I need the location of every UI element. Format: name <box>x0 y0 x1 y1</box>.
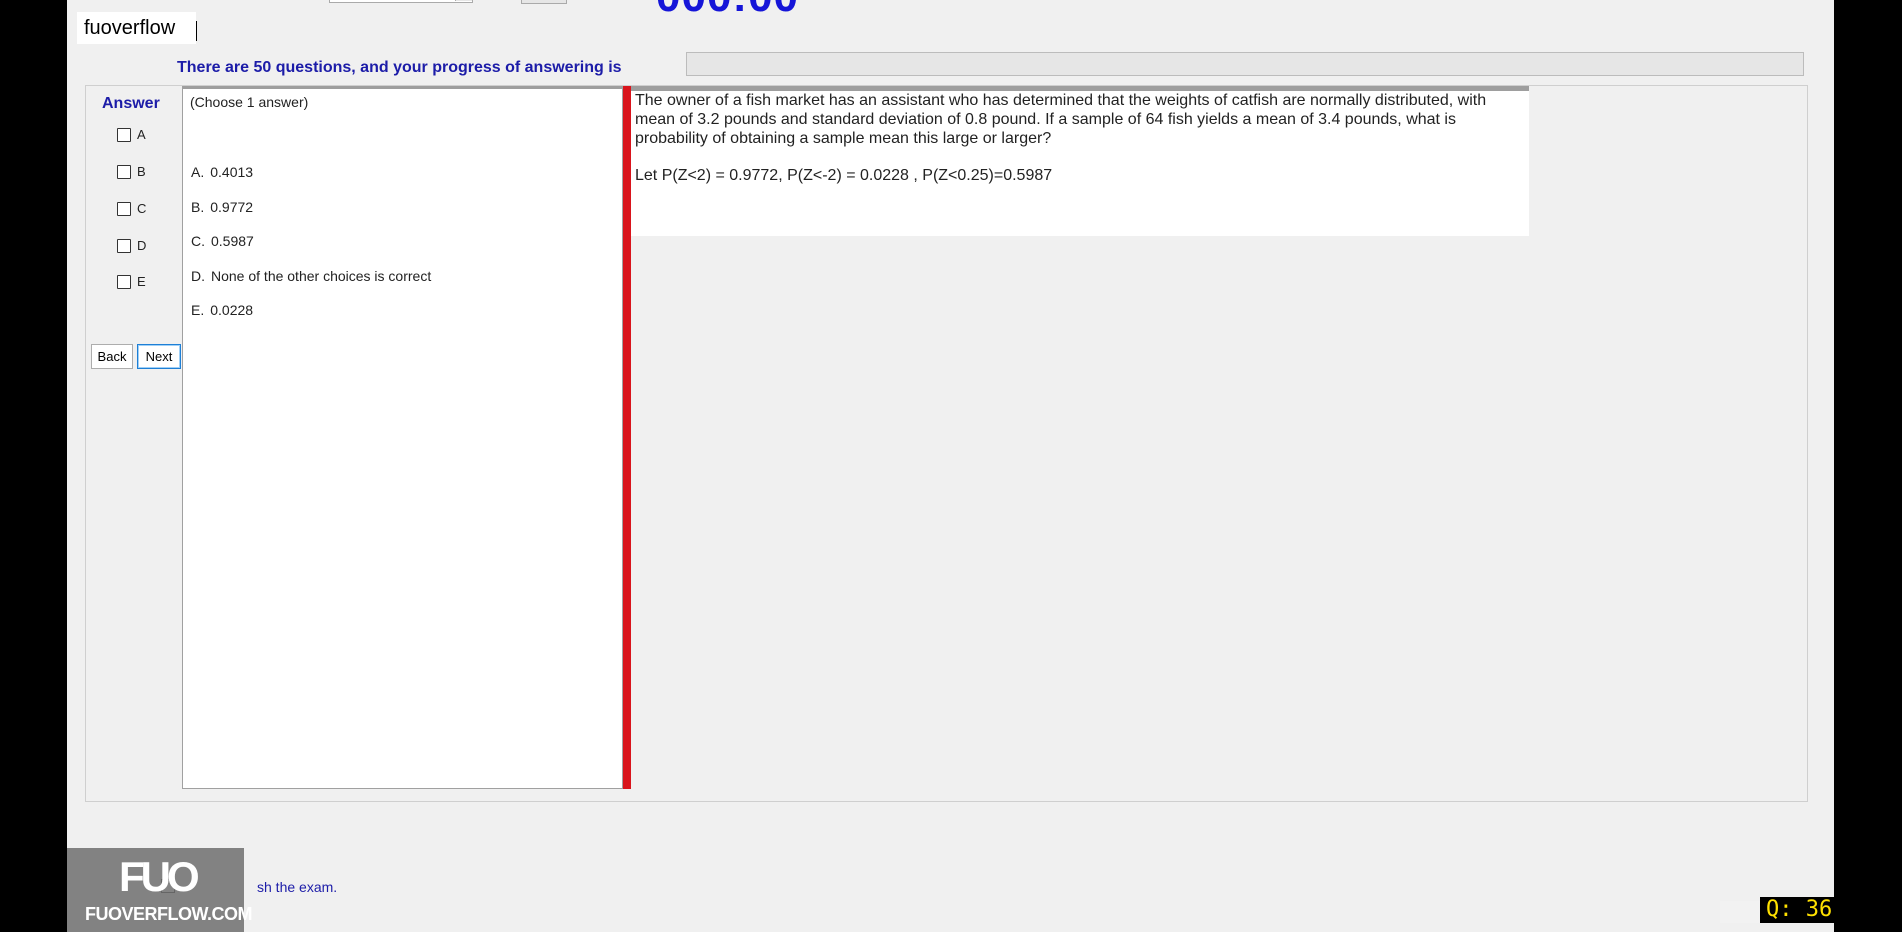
checkbox-label: D <box>137 238 147 253</box>
choice-text: 0.9772 <box>210 199 254 215</box>
checkbox-label: C <box>137 201 147 216</box>
choice-option: B. 0.9772 <box>191 199 253 215</box>
checkbox-icon[interactable] <box>117 164 131 179</box>
answer-title: Answer <box>102 95 160 112</box>
choice-letter: C. <box>191 233 205 249</box>
choice-letter: A. <box>191 164 205 180</box>
panel-splitter[interactable] <box>623 86 631 789</box>
question-counter-badge: Q: 36 <box>1760 897 1839 923</box>
brand-input[interactable]: fuoverflow <box>77 12 196 44</box>
question-text: The owner of a fish market has an assist… <box>635 92 1487 147</box>
choice-text: 0.5987 <box>211 233 254 249</box>
checkbox-label: A <box>137 127 146 142</box>
timer-display: 000:00 <box>656 0 799 22</box>
choices-panel <box>182 86 623 789</box>
exam-window: 000:00 fuoverflow There are 50 questions… <box>67 0 1834 932</box>
choice-letter: D. <box>191 268 205 284</box>
answer-checkbox-c[interactable]: C <box>117 201 146 216</box>
answer-checkbox-d[interactable]: D <box>117 238 146 253</box>
choice-option: C. 0.5987 <box>191 233 254 249</box>
dropdown-arrow-icon[interactable] <box>455 0 472 1</box>
choice-option: D. None of the other choices is correct <box>191 268 431 284</box>
back-button[interactable]: Back <box>91 344 133 369</box>
answer-checkbox-a[interactable]: A <box>117 127 146 142</box>
logo-mark: FUO <box>119 853 200 900</box>
choice-letter: E. <box>191 302 205 318</box>
badge-backdrop <box>1720 901 1762 923</box>
answer-checkbox-e[interactable]: E <box>117 274 146 289</box>
finish-exam-label: sh the exam. <box>257 879 338 895</box>
choose-note: (Choose 1 answer) <box>190 94 309 110</box>
watermark-logo: FUO FUOVERFLOW.COM <box>67 848 253 932</box>
answer-checkbox-b[interactable]: B <box>117 164 146 179</box>
progress-label: There are 50 questions, and your progres… <box>177 59 622 76</box>
progress-bar <box>686 52 1804 76</box>
checkbox-label: E <box>137 274 146 289</box>
checkbox-icon[interactable] <box>117 201 131 216</box>
checkbox-icon[interactable] <box>117 127 131 142</box>
checkbox-icon[interactable] <box>117 238 131 253</box>
checkbox-icon[interactable] <box>117 274 131 289</box>
choice-text: 0.4013 <box>210 164 254 180</box>
logo-text: FUOVERFLOW.COM <box>85 904 253 924</box>
choice-option: A. 0.4013 <box>191 164 253 180</box>
choice-text: 0.0228 <box>210 302 254 318</box>
choice-option: E. 0.0228 <box>191 302 253 318</box>
checkbox-label: B <box>137 164 146 179</box>
choice-text: None of the other choices is correct <box>211 268 432 284</box>
text-caret <box>196 21 197 41</box>
question-hint: Let P(Z<2) = 0.9772, P(Z<-2) = 0.0228 , … <box>635 167 1053 184</box>
choice-letter: B. <box>191 199 205 215</box>
top-button[interactable] <box>521 0 567 4</box>
top-dropdown[interactable] <box>329 0 473 3</box>
next-button[interactable]: Next <box>137 344 181 369</box>
